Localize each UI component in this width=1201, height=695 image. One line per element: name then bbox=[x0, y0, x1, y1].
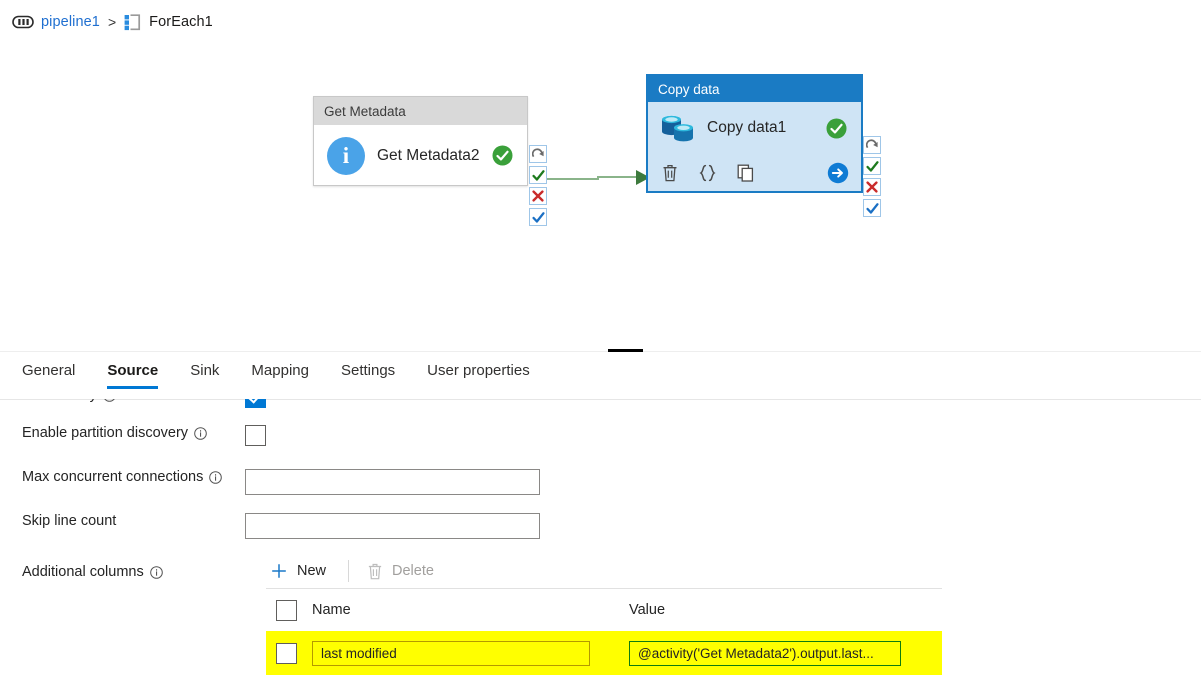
enable-partition-discovery-label: Enable partition discovery bbox=[22, 425, 189, 441]
breadcrumb-item-pipeline[interactable]: pipeline1 bbox=[12, 14, 100, 30]
field-row-recursively: Recursively bbox=[0, 399, 1201, 408]
enable-partition-discovery-checkbox[interactable] bbox=[245, 425, 266, 446]
tab-sink[interactable]: Sink bbox=[190, 362, 219, 389]
select-all-checkbox[interactable] bbox=[276, 599, 297, 621]
splitter-grip[interactable] bbox=[608, 349, 643, 352]
foreach-icon bbox=[124, 13, 142, 31]
completion-handle-icon[interactable] bbox=[529, 208, 547, 226]
retry-handle-icon[interactable] bbox=[863, 136, 881, 154]
source-properties-panel: Recursively Enable partition discovery bbox=[0, 399, 1201, 695]
retry-handle-icon[interactable] bbox=[529, 145, 547, 163]
success-handle-icon[interactable] bbox=[529, 166, 547, 184]
max-concurrent-connections-label-wrap: Max concurrent connections bbox=[0, 469, 245, 485]
new-column-button[interactable]: New bbox=[266, 558, 336, 584]
failure-handle-icon[interactable] bbox=[863, 178, 881, 196]
max-concurrent-connections-label: Max concurrent connections bbox=[22, 469, 204, 485]
tab-settings[interactable]: Settings bbox=[341, 362, 395, 389]
grid-header-row: Name Value bbox=[266, 589, 942, 631]
enable-partition-discovery-control bbox=[245, 425, 1201, 446]
column-header-name: Name bbox=[312, 602, 351, 618]
field-row-max-concurrent-connections: Max concurrent connections bbox=[0, 469, 1201, 495]
delete-column-label: Delete bbox=[392, 563, 434, 579]
max-concurrent-connections-input[interactable] bbox=[245, 469, 540, 495]
tab-source[interactable]: Source bbox=[107, 362, 158, 389]
node-action-bar[interactable] bbox=[648, 154, 861, 191]
table-row[interactable] bbox=[266, 631, 942, 675]
node-type-label: Get Metadata bbox=[314, 97, 527, 125]
splitter-line bbox=[0, 351, 1201, 352]
toolbar-separator bbox=[348, 560, 350, 582]
recursively-label: Recursively bbox=[22, 399, 97, 403]
failure-handle-icon[interactable] bbox=[529, 187, 547, 205]
database-copy-icon bbox=[662, 115, 693, 142]
activity-node-copy-data[interactable]: Copy data Copy data1 bbox=[646, 74, 863, 193]
completion-handle-icon[interactable] bbox=[863, 199, 881, 217]
validated-check-icon bbox=[826, 118, 847, 138]
clone-icon[interactable] bbox=[737, 164, 754, 182]
trash-icon bbox=[368, 563, 382, 579]
activity-node-get-metadata[interactable]: Get Metadata i Get Metadata2 bbox=[313, 96, 528, 186]
activity-connector bbox=[540, 170, 650, 185]
pipeline-icon bbox=[12, 15, 34, 29]
node-name-label: Get Metadata2 bbox=[377, 146, 480, 164]
tab-mapping[interactable]: Mapping bbox=[251, 362, 309, 389]
node-name-label: Copy data1 bbox=[707, 119, 787, 136]
breadcrumb-pipeline-label[interactable]: pipeline1 bbox=[41, 14, 100, 30]
plus-icon bbox=[272, 564, 286, 578]
breadcrumb-activity-label[interactable]: ForEach1 bbox=[149, 14, 213, 30]
additional-columns-toolbar[interactable]: New Delete bbox=[266, 554, 942, 588]
panel-splitter[interactable] bbox=[0, 349, 1201, 353]
success-handle-icon[interactable] bbox=[863, 157, 881, 175]
code-icon[interactable] bbox=[699, 164, 716, 182]
node-type-label: Copy data bbox=[648, 76, 861, 102]
skip-line-count-control bbox=[245, 513, 1201, 539]
property-tabs[interactable]: General Source Sink Mapping Settings Use… bbox=[0, 362, 1201, 400]
info-icon[interactable] bbox=[209, 470, 223, 484]
enable-partition-discovery-label-wrap: Enable partition discovery bbox=[0, 425, 245, 441]
breadcrumb-item-foreach[interactable]: ForEach1 bbox=[124, 13, 213, 31]
info-icon[interactable] bbox=[194, 426, 207, 440]
row-value-cell bbox=[612, 640, 942, 666]
field-row-skip-line-count: Skip line count bbox=[0, 513, 1201, 539]
pipeline-canvas[interactable]: Get Metadata i Get Metadata2 Copy data C… bbox=[0, 44, 1201, 349]
delete-icon[interactable] bbox=[662, 164, 678, 182]
breadcrumb-separator: > bbox=[107, 14, 117, 30]
delete-column-button[interactable]: Delete bbox=[363, 559, 444, 584]
breadcrumb: pipeline1 > ForEach1 bbox=[0, 0, 1201, 44]
row-name-cell bbox=[297, 640, 612, 666]
column-name-input[interactable] bbox=[312, 640, 590, 666]
open-icon[interactable] bbox=[827, 162, 849, 184]
skip-line-count-label: Skip line count bbox=[22, 513, 117, 529]
dependency-handles-get-metadata[interactable] bbox=[529, 145, 547, 226]
field-row-enable-partition-discovery: Enable partition discovery bbox=[0, 425, 1201, 446]
tab-general[interactable]: General bbox=[22, 362, 75, 389]
new-column-label: New bbox=[297, 563, 327, 579]
recursively-control bbox=[245, 399, 1201, 408]
skip-line-count-input[interactable] bbox=[245, 513, 540, 539]
info-circle-icon: i bbox=[327, 136, 365, 175]
dependency-handles-copy-data[interactable] bbox=[863, 136, 881, 217]
recursively-checkbox[interactable] bbox=[245, 399, 266, 408]
tab-user-properties[interactable]: User properties bbox=[427, 362, 530, 389]
column-header-value: Value bbox=[629, 602, 666, 618]
info-icon[interactable] bbox=[149, 565, 163, 579]
additional-columns-label: Additional columns bbox=[22, 564, 144, 580]
row-select-checkbox[interactable] bbox=[276, 642, 297, 664]
validated-check-icon bbox=[492, 145, 513, 166]
info-icon[interactable] bbox=[103, 399, 116, 402]
additional-columns-label-wrap: Additional columns bbox=[0, 564, 245, 580]
max-concurrent-connections-control bbox=[245, 469, 1201, 495]
column-value-input[interactable] bbox=[629, 640, 901, 666]
recursively-label-wrap: Recursively bbox=[0, 399, 245, 403]
skip-line-count-label-wrap: Skip line count bbox=[0, 513, 245, 529]
additional-columns-grid: New Delete Name Value bbox=[266, 554, 942, 675]
